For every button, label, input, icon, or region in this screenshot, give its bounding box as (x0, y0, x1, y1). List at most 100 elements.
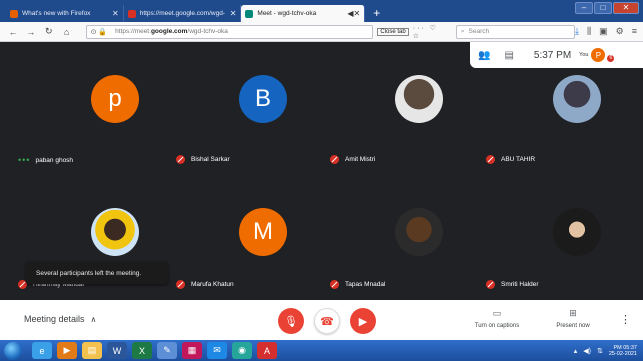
present-label: Present now (556, 323, 590, 329)
close-icon[interactable]: ✕ (112, 9, 119, 18)
participant-name: paban ghosh (35, 156, 74, 164)
camera-off-icon: ▶ (358, 315, 368, 328)
lock-icon: ⊙🔒 (90, 28, 110, 36)
mail-icon[interactable]: ✉ (207, 342, 227, 359)
participant-tile[interactable]: M Marufa Khatun (176, 190, 346, 289)
participant-tile[interactable]: Tapas Mnadal (330, 190, 502, 289)
system-tray: ▴ ◀) ⇅ PM 05:37 25-02-2021 (574, 345, 643, 357)
system-time: PM 05:37 (613, 344, 637, 351)
tab-meet-url[interactable]: https://meet.google.com/wgd- ✕ (124, 5, 242, 22)
avatar: B (239, 75, 287, 123)
download-icon[interactable]: ⤓ (575, 26, 579, 37)
start-button[interactable] (4, 341, 22, 360)
meeting-details-label: Meeting details (24, 314, 85, 324)
participant-name-row: Marufa Khatun (176, 280, 234, 289)
os-taskbar: e ▶ ▤ W X ✎ ▦ ✉ ◉ A ▴ ◀) ⇅ PM 05:37 25-02-2021 (0, 340, 643, 361)
participant-name: ABU TAHIR (501, 156, 536, 163)
sidebar-icon[interactable]: ▣ (599, 26, 608, 37)
menu-icon[interactable]: ≡ (632, 26, 637, 37)
participant-tile[interactable]: Smriti Halder (486, 190, 643, 289)
more-options-icon[interactable]: ⋮ (620, 313, 631, 326)
search-input[interactable]: ⌕ Search (455, 24, 576, 39)
tab-firefox-news[interactable]: What's new with Firefox ✕ (6, 5, 124, 22)
mic-off-icon (486, 280, 495, 289)
address-bar[interactable]: ⊙🔒 https://meet. google.com/wgd-tchv-oka (85, 24, 374, 39)
participant-name-row: Amit Mistri (330, 155, 375, 164)
reload-icon[interactable]: ↻ (42, 26, 56, 37)
gmail-icon (127, 9, 136, 18)
taskbar-apps: e ▶ ▤ W X ✎ ▦ ✉ ◉ A (32, 342, 282, 359)
media-icon[interactable]: ▶ (57, 342, 77, 359)
captions-button[interactable]: ▭ Turn on captions (466, 308, 528, 329)
chevron-up-icon: ∧ (90, 314, 97, 324)
tab-title: What's new with Firefox (22, 10, 91, 17)
mic-toggle-button[interactable]: 🎙 (278, 308, 304, 334)
navigation-bar: ← → ↻ ⌂ ⊙🔒 https://meet. google.com/wgd-t… (0, 22, 643, 42)
participant-name-row: Smriti Halder (486, 280, 539, 289)
back-icon[interactable]: ← (6, 27, 20, 37)
participant-tile[interactable]: p ••• paban ghosh (18, 57, 198, 165)
forward-icon[interactable]: → (24, 27, 38, 37)
extension-icon[interactable]: ⚙ (616, 26, 624, 37)
system-clock[interactable]: PM 05:37 25-02-2021 (609, 345, 637, 357)
participant-name: Amit Mistri (345, 156, 376, 163)
avatar: p (91, 75, 139, 123)
meeting-details-button[interactable]: Meeting details ∧ (24, 314, 96, 324)
avatar (553, 75, 601, 123)
participant-name-row: Bishal Sarkar (176, 155, 230, 164)
tab-title: Meet - wgd-tchv-oka (257, 10, 317, 17)
participant-name-row: Tapas Mnadal (330, 280, 385, 289)
search-icon: ⌕ (460, 27, 465, 35)
browser-tab-strip: What's new with Firefox ✕ https://meet.g… (0, 0, 643, 22)
phone-hangup-icon: ☎ (320, 315, 334, 328)
library-icon[interactable]: ⫼ (587, 26, 591, 37)
pdf-icon[interactable]: A (257, 342, 277, 359)
meet-icon (245, 9, 254, 18)
speaking-indicator-icon: ••• (18, 155, 31, 165)
mic-off-icon: 🎙 (284, 315, 298, 328)
window-controls: – □ ✕ (575, 2, 639, 14)
leave-call-button[interactable]: ☎ (314, 308, 340, 334)
mic-off-icon (176, 155, 185, 164)
close-tab-button[interactable]: Close tab (377, 27, 409, 36)
mic-off-icon (330, 155, 339, 164)
page-actions-icon[interactable]: ··· ♡ ☆ (413, 24, 450, 40)
minimize-button[interactable]: – (575, 2, 593, 14)
paint-icon[interactable]: ✎ (157, 342, 177, 359)
word-icon[interactable]: W (107, 342, 127, 359)
tab-meet[interactable]: Meet - wgd-tchv-oka ◀✕ (241, 5, 366, 22)
close-window-button[interactable]: ✕ (613, 2, 639, 14)
participant-name-row: ••• paban ghosh (18, 155, 73, 165)
excel-icon[interactable]: X (132, 342, 152, 359)
tab-title: https://meet.google.com/wgd- (139, 10, 225, 17)
close-icon[interactable]: ◀✕ (347, 9, 360, 18)
participant-tile[interactable]: ABU TAHIR (486, 57, 643, 164)
search-icon[interactable]: ◉ (232, 342, 252, 359)
new-tab-button[interactable]: + (365, 5, 388, 22)
avatar (91, 208, 139, 256)
explorer-icon[interactable]: ▤ (82, 342, 102, 359)
notification-toast: Several participants left the meeting. (26, 262, 168, 284)
avatar (395, 75, 443, 123)
close-icon[interactable]: ✕ (230, 9, 237, 18)
home-icon[interactable]: ⌂ (60, 27, 74, 37)
participant-name: Smriti Halder (501, 281, 539, 288)
avatar (395, 208, 443, 256)
mic-off-icon (486, 155, 495, 164)
participant-tile[interactable]: Amit Mistri (330, 57, 502, 164)
maximize-button[interactable]: □ (594, 2, 612, 14)
volume-icon[interactable]: ◀) (583, 347, 591, 355)
app-icon[interactable]: ▦ (182, 342, 202, 359)
toolbar-icons: ⤓ ⫼ ▣ ⚙ ≡ (575, 26, 637, 37)
ie-icon[interactable]: e (32, 342, 52, 359)
present-now-button[interactable]: ⊞ Present now (548, 308, 598, 329)
url-prefix: https://meet. (115, 28, 151, 35)
meeting-control-bar: Meeting details ∧ 🎙 ☎ ▶ ▭ Turn on captio… (0, 300, 643, 340)
mic-off-icon (330, 280, 339, 289)
tray-arrow-icon[interactable]: ▴ (574, 347, 578, 355)
camera-toggle-button[interactable]: ▶ (350, 308, 376, 334)
url-path: /wgd-tchv-oka (187, 28, 228, 35)
participant-tile[interactable]: B Bishal Sarkar (176, 57, 346, 164)
captions-label: Turn on captions (474, 323, 520, 329)
network-icon[interactable]: ⇅ (597, 347, 603, 355)
